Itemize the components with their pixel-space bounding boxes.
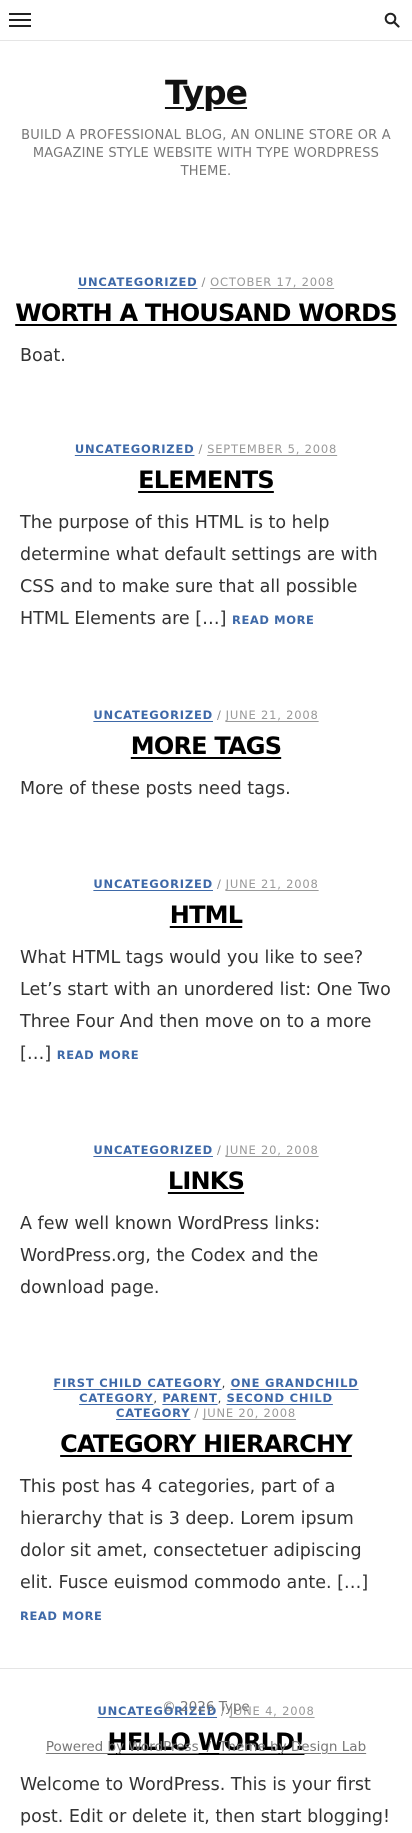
post-title-link[interactable]: Elements <box>10 465 402 495</box>
category-link[interactable]: First Child Category <box>53 1376 221 1390</box>
meta-separator: / <box>216 1143 222 1157</box>
read-more-link[interactable]: Read More <box>57 1048 140 1062</box>
post-excerpt: A few well known WordPress links: WordPr… <box>20 1208 392 1304</box>
post-title-link[interactable]: Links <box>10 1166 402 1196</box>
post-date-link[interactable]: June 21, 2008 <box>226 877 319 891</box>
site-branding: Type Build a professional blog, an onlin… <box>0 41 412 181</box>
post-title-link[interactable]: Worth a Thousand Words <box>10 298 402 328</box>
post-date-link[interactable]: September 5, 2008 <box>207 442 337 456</box>
meta-separator: / <box>216 708 222 722</box>
post-meta: Uncategorized / June 21, 2008 <box>0 877 412 892</box>
post-entry: Uncategorized / June 20, 2008 Links A few we… <box>0 1143 412 1304</box>
post-excerpt-text: Boat. <box>20 346 66 366</box>
post-excerpt-text: Welcome to WordPress. This is your first… <box>20 1775 391 1827</box>
footer-separator: / <box>206 1739 212 1755</box>
post-excerpt: Welcome to WordPress. This is your first… <box>20 1769 392 1833</box>
site-title[interactable]: Type <box>0 73 412 113</box>
read-more-link[interactable]: Read More <box>20 1609 103 1623</box>
post-date-link[interactable]: June 20, 2008 <box>203 1406 296 1420</box>
post-excerpt-text: More of these posts need tags. <box>20 779 291 799</box>
post-meta: Uncategorized / June 21, 2008 <box>0 708 412 723</box>
category-link[interactable]: Uncategorized <box>93 1143 213 1157</box>
search-icon[interactable] <box>384 12 400 28</box>
post-meta: Uncategorized / October 17, 2008 <box>0 275 412 290</box>
post-entry: Uncategorized / September 5, 2008 Elements T… <box>0 442 412 636</box>
theme-credit-link[interactable]: Theme by Design Lab <box>219 1739 366 1755</box>
meta-separator: / <box>216 877 222 891</box>
post-meta: Uncategorized / June 20, 2008 <box>0 1143 412 1158</box>
post-excerpt: More of these posts need tags. <box>20 773 392 805</box>
category-link[interactable]: Uncategorized <box>93 708 213 722</box>
meta-separator: / <box>198 442 204 456</box>
post-date-link[interactable]: June 20, 2008 <box>226 1143 319 1157</box>
post-excerpt-text: This post has 4 categories, part of a hi… <box>20 1477 369 1593</box>
read-more-link[interactable]: Read More <box>232 613 315 627</box>
post-meta: First Child Category, One Grandchild Cat… <box>53 1376 359 1420</box>
footer-copyright: © 2026 Type <box>162 1699 250 1715</box>
hamburger-menu-icon[interactable] <box>9 12 31 28</box>
top-bar <box>0 0 412 41</box>
category-link[interactable]: Uncategorized <box>93 877 213 891</box>
post-excerpt-text: A few well known WordPress links: WordPr… <box>20 1214 321 1298</box>
powered-by-link[interactable]: Powered by WordPress <box>46 1739 199 1755</box>
post-excerpt-text: The purpose of this HTML is to help dete… <box>20 513 378 629</box>
post-excerpt: Boat. <box>20 340 392 372</box>
meta-separator: / <box>194 1406 200 1420</box>
post-excerpt: What HTML tags would you like to see? Le… <box>20 942 392 1071</box>
post-excerpt: The purpose of this HTML is to help dete… <box>20 507 392 636</box>
meta-separator: / <box>201 275 207 289</box>
post-meta: Uncategorized / September 5, 2008 <box>0 442 412 457</box>
site-tagline: Build a professional blog, an online sto… <box>21 128 391 179</box>
post-title-link[interactable]: More Tags <box>10 731 402 761</box>
post-excerpt-text: What HTML tags would you like to see? Le… <box>20 948 391 1064</box>
post-title-link[interactable]: HTML <box>10 900 402 930</box>
post-excerpt: This post has 4 categories, part of a hi… <box>20 1471 392 1632</box>
post-title-link[interactable]: Category Hierarchy <box>10 1429 402 1459</box>
category-link[interactable]: Uncategorized <box>78 275 198 289</box>
post-entry: Uncategorized / October 17, 2008 Worth a Th… <box>0 275 412 372</box>
site-footer: © 2026 Type Powered by WordPress / Theme b… <box>0 1668 412 1755</box>
category-link[interactable]: Uncategorized <box>75 442 195 456</box>
post-list: Uncategorized / October 17, 2008 Worth a Th… <box>0 275 412 1833</box>
category-link[interactable]: Parent <box>162 1391 217 1405</box>
post-date-link[interactable]: June 21, 2008 <box>226 708 319 722</box>
post-date-link[interactable]: October 17, 2008 <box>210 275 334 289</box>
post-entry: Uncategorized / June 21, 2008 More Tags More… <box>0 708 412 805</box>
post-entry: First Child Category, One Grandchild Cat… <box>0 1376 412 1632</box>
post-entry: Uncategorized / June 21, 2008 HTML What HTML… <box>0 877 412 1071</box>
footer-credits: Powered by WordPress / Theme by Design Lab <box>0 1739 412 1755</box>
